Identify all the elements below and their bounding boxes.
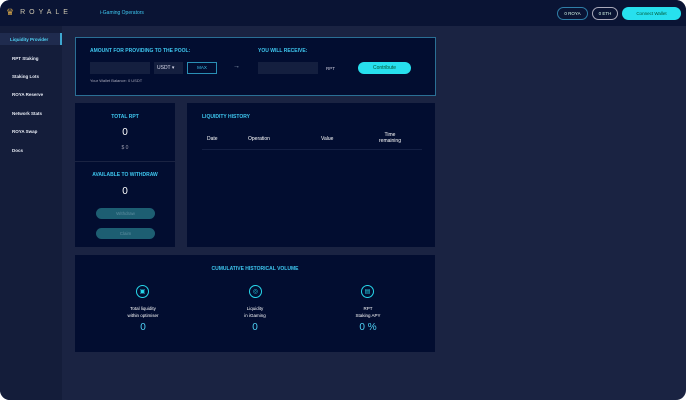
wallet-balance: Your Wallet Balance: 0 USDT [90, 78, 143, 83]
withdraw-value: 0 [122, 186, 128, 197]
column-date: Date [207, 136, 218, 142]
arrow-right-icon: → [233, 63, 240, 70]
stat-total-liquidity-label: Total liquidity within optimiser [103, 305, 183, 319]
amount-label: AMOUNT FOR PROVIDING TO THE POOL: [90, 48, 191, 54]
sidebar-item-liquidity-provider[interactable]: Liquidity Provider [0, 33, 62, 45]
claim-button[interactable]: Claim [96, 228, 155, 239]
sidebar-item-rpt-staking[interactable]: RPT Staking [0, 52, 62, 64]
liquidity-history-panel: LIQUIDITY HISTORY Date Operation Value T… [187, 103, 435, 247]
column-time-remaining: Time remaining [379, 132, 401, 144]
receive-output [258, 62, 318, 74]
gamepad-icon: ◎ [249, 285, 262, 298]
total-rpt-panel: TOTAL RPT 0 $ 0 [75, 103, 175, 161]
stat-igaming-label: Liquidity in iGaming [215, 305, 295, 319]
pool-panel: AMOUNT FOR PROVIDING TO THE POOL: USDT ▾… [75, 37, 436, 96]
nav-igaming-operators[interactable]: i-Gaming Operators [100, 10, 144, 16]
vault-icon: ▣ [136, 285, 149, 298]
withdraw-button[interactable]: Withdraw [96, 208, 155, 219]
receive-label: YOU WILL RECEIVE: [258, 48, 308, 54]
app-window: ♛ ROYALE i-Gaming Operators 0 ROYA 0 ETH … [0, 0, 686, 400]
sidebar-item-roya-reserve[interactable]: ROYA Reserve [0, 88, 62, 100]
label-line: Liquidity [246, 306, 264, 311]
header-divider [202, 149, 422, 150]
amount-input[interactable] [90, 62, 150, 74]
total-rpt-usd: $ 0 [121, 145, 129, 151]
withdraw-panel: AVAILABLE TO WITHDRAW 0 Withdraw Claim [75, 162, 175, 247]
column-operation: Operation [248, 136, 270, 142]
label-line: within optimiser [127, 313, 159, 318]
volume-title: CUMULATIVE HISTORICAL VOLUME [211, 266, 299, 272]
sidebar-item-staking-lots[interactable]: Staking Lots [0, 70, 62, 82]
stat-apy-value: 0 % [359, 322, 377, 333]
total-rpt-title: TOTAL RPT [111, 114, 139, 120]
eth-balance-button[interactable]: 0 ETH [592, 7, 618, 20]
receive-unit: RPT [326, 66, 335, 71]
label-line: Staking APY [355, 313, 381, 318]
label-line: Total liquidity [130, 306, 156, 311]
withdraw-title: AVAILABLE TO WITHDRAW [92, 172, 158, 178]
currency-select[interactable]: USDT ▾ [154, 62, 183, 74]
column-value: Value [321, 136, 334, 142]
stat-total-liquidity-value: 0 [140, 322, 146, 333]
crown-icon: ♛ [6, 7, 15, 17]
stat-igaming-value: 0 [252, 322, 258, 333]
label-line: RPT [363, 306, 373, 311]
connect-wallet-button[interactable]: Connect Wallet [622, 7, 681, 20]
currency-value: USDT [157, 65, 171, 71]
logo[interactable]: ♛ ROYALE [6, 7, 72, 18]
volume-panel: CUMULATIVE HISTORICAL VOLUME ▣ ◎ ▤ Total… [75, 255, 435, 352]
stat-apy-label: RPT Staking APY [328, 305, 408, 319]
total-rpt-value: 0 [122, 127, 128, 138]
max-button[interactable]: MAX [187, 62, 217, 74]
sidebar-item-docs[interactable]: Docs [0, 144, 62, 156]
logo-text: ROYALE [20, 9, 72, 16]
roya-balance-button[interactable]: 0 ROYA [557, 7, 588, 20]
sidebar-item-network-stats[interactable]: Network Stats [0, 107, 62, 119]
sidebar: Liquidity Provider RPT Staking Staking L… [0, 26, 62, 400]
contribute-button[interactable]: Contribute [358, 62, 411, 74]
sidebar-item-roya-swap[interactable]: ROYA Swap [0, 125, 62, 137]
document-icon: ▤ [361, 285, 374, 298]
history-title: LIQUIDITY HISTORY [202, 114, 250, 120]
label-line: in iGaming [244, 313, 266, 318]
header: ♛ ROYALE i-Gaming Operators 0 ROYA 0 ETH … [0, 0, 686, 26]
